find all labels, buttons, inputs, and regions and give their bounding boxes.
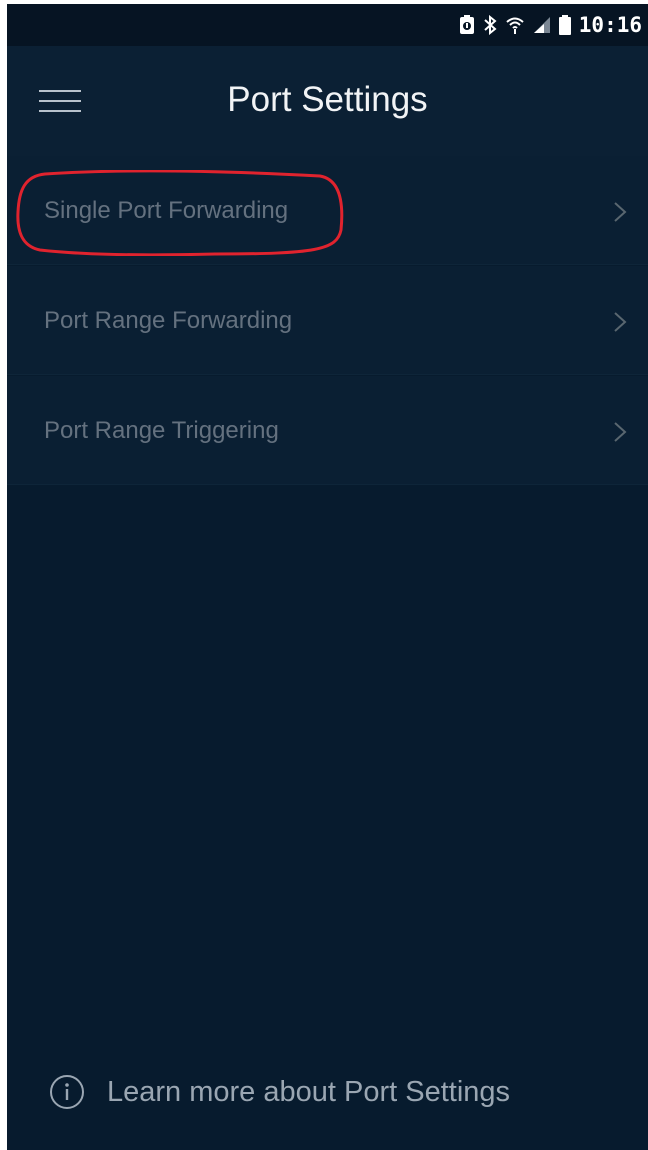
page-title: Port Settings — [227, 80, 428, 119]
status-time: 10:16 — [578, 13, 642, 37]
chevron-right-icon — [614, 422, 627, 442]
list-item-port-range-triggering[interactable]: Port Range Triggering — [7, 376, 648, 485]
learn-more-link[interactable]: Learn more about Port Settings — [49, 1072, 510, 1112]
list-item-label: Port Range Triggering — [44, 417, 279, 444]
chevron-right-icon — [614, 202, 627, 222]
bluetooth-icon — [483, 14, 497, 36]
battery-icon — [558, 14, 571, 36]
info-icon — [50, 1075, 84, 1109]
app-header: Port Settings — [7, 46, 648, 156]
wifi-icon — [505, 14, 525, 36]
list-item-port-range-forwarding[interactable]: Port Range Forwarding — [7, 266, 648, 375]
chevron-right-icon — [614, 312, 627, 332]
learn-more-text: Learn more about Port Settings — [107, 1075, 511, 1108]
list-item-label: Port Range Forwarding — [44, 307, 293, 334]
list-item-single-port-forwarding[interactable]: Single Port Forwarding — [7, 156, 648, 265]
status-icons: 10:16 — [459, 12, 642, 38]
signal-icon — [533, 14, 551, 36]
status-bar: 10:16 — [7, 4, 648, 46]
battery-saver-icon — [459, 14, 475, 36]
app-screen: 10:16 Port Settings Single Port Forwardi… — [7, 4, 648, 1150]
list-item-label: Single Port Forwarding — [44, 197, 289, 224]
settings-list: Single Port Forwarding Port Range Forwar… — [7, 156, 648, 485]
